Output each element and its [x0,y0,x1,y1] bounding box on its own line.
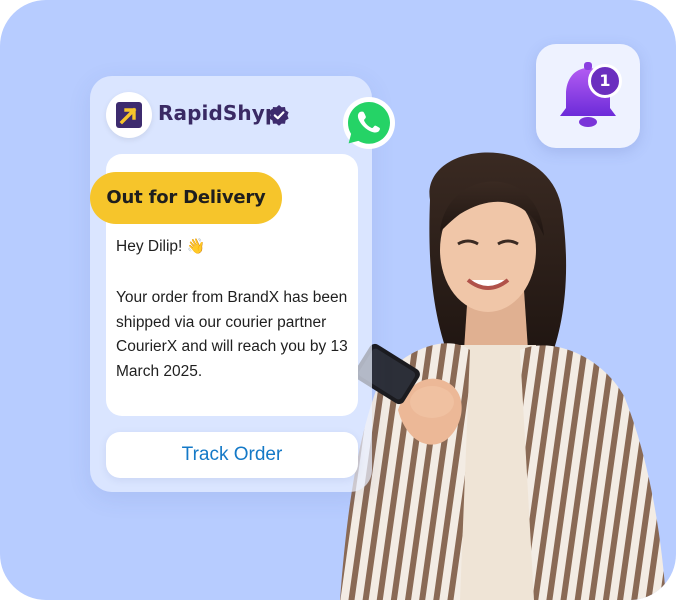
notification-count-badge: 1 [588,64,622,98]
arrow-up-right-logo-icon [116,102,142,128]
waving-hand-icon: 👋 [186,237,206,255]
verified-badge-icon [269,105,289,126]
whatsapp-icon [343,97,395,149]
notification-card[interactable] [536,44,640,148]
brand-logo [106,92,152,138]
bell-icon [560,62,616,127]
brand-name: RapidShyp [158,101,280,125]
message-greeting: Hey Dilip! 👋 [116,237,205,256]
track-order-button[interactable]: Track Order [106,432,358,478]
hero-illustration: 1 RapidShyp Out for Delivery Hey Dilip! … [0,0,676,600]
greeting-text: Hey Dilip! [116,238,183,255]
delivery-status-badge: Out for Delivery [90,172,282,224]
message-body: Your order from BrandX has been shipped … [116,289,348,380]
